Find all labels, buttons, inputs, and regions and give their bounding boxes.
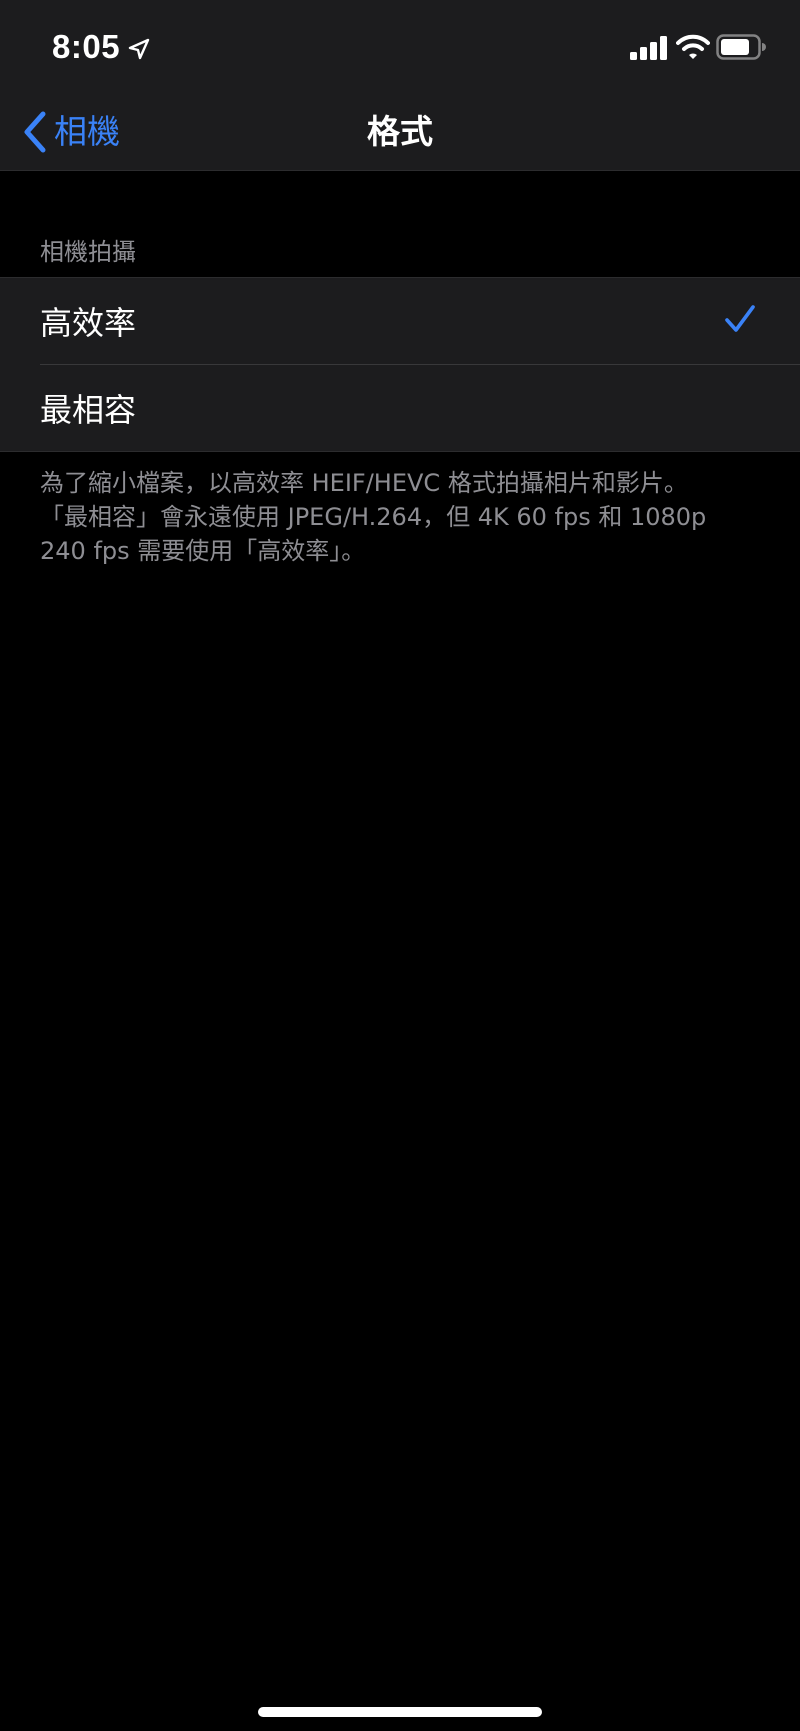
format-options-group: 高效率 最相容	[0, 277, 800, 452]
option-high-efficiency[interactable]: 高效率	[0, 278, 800, 364]
navigation-bar: 相機 格式	[0, 96, 800, 171]
section-header: 相機拍攝	[40, 238, 136, 266]
battery-icon	[716, 34, 766, 60]
home-indicator[interactable]	[258, 1707, 542, 1717]
footer-line: 「最相容」會永遠使用 JPEG/H.264，但 4K 60 fps 和 1080…	[40, 503, 707, 531]
checkmark-icon	[725, 305, 755, 332]
status-bar: 8:05	[0, 0, 800, 96]
status-time: 8:05	[52, 28, 121, 65]
wifi-icon	[676, 34, 710, 59]
page-title: 格式	[367, 112, 433, 151]
section-footer: 為了縮小檔案，以高效率 HEIF/HEVC 格式拍攝相片和影片。 「最相容」會永…	[40, 466, 760, 568]
option-label: 最相容	[40, 391, 137, 429]
cellular-signal-icon	[630, 36, 667, 60]
footer-line: 240 fps 需要使用「高效率」。	[40, 537, 366, 565]
option-label: 高效率	[40, 304, 137, 342]
option-most-compatible[interactable]: 最相容	[0, 365, 800, 451]
footer-line: 為了縮小檔案，以高效率 HEIF/HEVC 格式拍攝相片和影片。	[40, 469, 688, 497]
location-arrow-icon	[128, 38, 150, 60]
